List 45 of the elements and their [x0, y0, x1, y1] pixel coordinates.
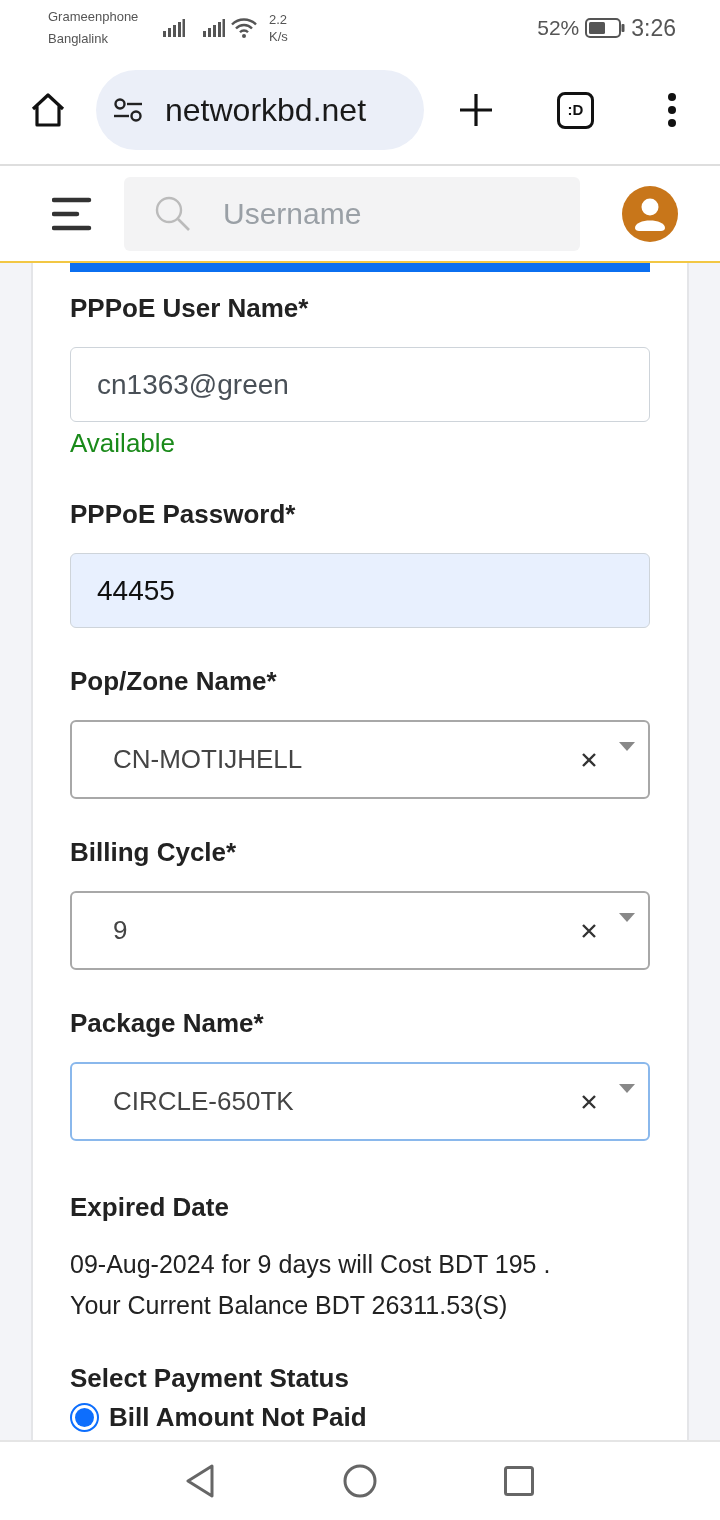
dropdown-arrow-icon: [619, 742, 635, 751]
field-label: Package Name*: [70, 1007, 265, 1040]
battery-icon: [585, 18, 626, 38]
search-icon: [155, 195, 191, 232]
search-field[interactable]: Username: [124, 176, 580, 251]
network-speed: 2.2 K/s: [269, 11, 288, 45]
clear-icon[interactable]: [582, 923, 596, 938]
field-label: Pop/Zone Name*: [70, 665, 278, 698]
wifi-icon: [231, 18, 257, 38]
menu-icon[interactable]: [52, 196, 92, 231]
back-icon[interactable]: [185, 1464, 215, 1498]
section-label: Expired Date: [70, 1191, 230, 1224]
expiry-info-text: 09-Aug-2024 for 9 days will Cost BDT 195 .: [70, 1249, 552, 1280]
url-text[interactable]: networkbd.net: [165, 86, 366, 134]
more-options-icon[interactable]: [667, 93, 677, 127]
select-dropdown[interactable]: CIRCLE-650TK: [70, 1062, 650, 1141]
dropdown-arrow-icon: [619, 1084, 635, 1093]
field-label: Billing Cycle*: [70, 836, 238, 869]
clock-time: 3:26: [631, 13, 676, 43]
plus-icon[interactable]: [460, 94, 492, 126]
select-dropdown[interactable]: CN-MOTIJHELL: [70, 720, 650, 799]
tab-switcher-button[interactable]: :D: [557, 91, 594, 129]
home-icon[interactable]: [30, 92, 66, 128]
field-label: PPPoE User Name*: [70, 292, 310, 325]
radio-label[interactable]: Bill Amount Not Paid: [109, 1402, 367, 1432]
section-label: Select Payment Status: [70, 1362, 350, 1395]
recent-apps-icon[interactable]: [504, 1466, 534, 1496]
carrier-name: Banglalink: [48, 30, 109, 48]
carrier-name: Grameenphone: [48, 8, 140, 26]
clear-icon[interactable]: [582, 752, 596, 767]
text-input[interactable]: cn1363@green: [70, 347, 650, 422]
signal-bars-icon: [163, 19, 185, 37]
signal-bars-icon: [203, 19, 225, 37]
radio-button[interactable]: [70, 1402, 99, 1432]
dropdown-arrow-icon: [619, 913, 635, 922]
availability-status: Available: [70, 427, 177, 460]
expiry-info-text: Your Current Balance BDT 26311.53(S): [70, 1290, 509, 1321]
battery-percent: 52%: [537, 15, 580, 42]
field-label: PPPoE Password*: [70, 498, 297, 531]
address-bar[interactable]: networkbd.net: [96, 70, 424, 150]
avatar-icon[interactable]: [622, 185, 678, 242]
text-input[interactable]: 44455: [70, 553, 650, 628]
sliders-icon[interactable]: [113, 98, 143, 122]
select-dropdown[interactable]: 9: [70, 891, 650, 970]
clear-icon[interactable]: [582, 1094, 596, 1109]
